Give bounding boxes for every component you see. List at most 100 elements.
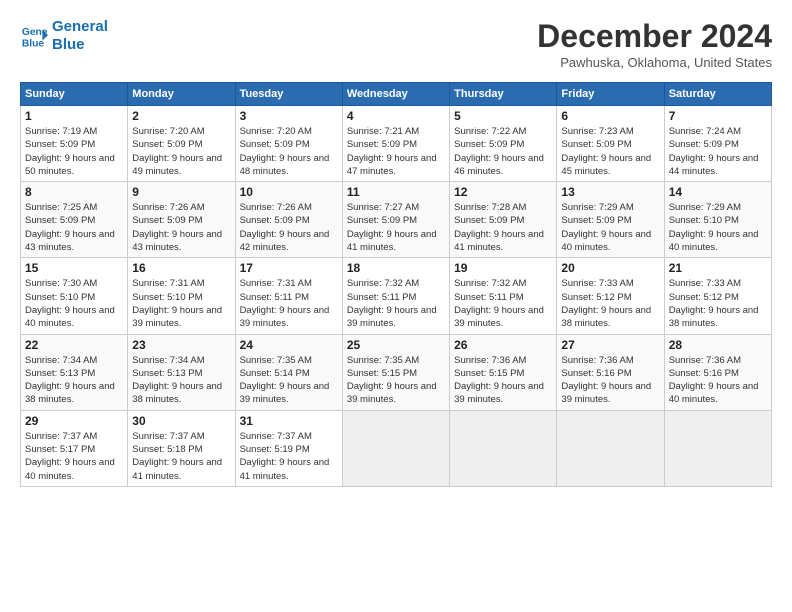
- day-number: 28: [669, 338, 767, 352]
- day-info: Sunrise: 7:32 AMSunset: 5:11 PMDaylight:…: [454, 277, 552, 330]
- col-sunday: Sunday: [21, 83, 128, 106]
- day-info: Sunrise: 7:19 AMSunset: 5:09 PMDaylight:…: [25, 125, 123, 178]
- col-thursday: Thursday: [450, 83, 557, 106]
- table-row: 16 Sunrise: 7:31 AMSunset: 5:10 PMDayligh…: [128, 258, 235, 334]
- day-number: 19: [454, 261, 552, 275]
- month-title: December 2024: [537, 18, 772, 55]
- day-info: Sunrise: 7:35 AMSunset: 5:15 PMDaylight:…: [347, 354, 445, 407]
- day-info: Sunrise: 7:26 AMSunset: 5:09 PMDaylight:…: [132, 201, 230, 254]
- page: General Blue General Blue December 2024 …: [0, 0, 792, 497]
- day-info: Sunrise: 7:30 AMSunset: 5:10 PMDaylight:…: [25, 277, 123, 330]
- logo-line2: Blue: [52, 36, 85, 53]
- day-number: 13: [561, 185, 659, 199]
- day-number: 25: [347, 338, 445, 352]
- day-number: 9: [132, 185, 230, 199]
- day-number: 16: [132, 261, 230, 275]
- table-row: 13 Sunrise: 7:29 AMSunset: 5:09 PMDayligh…: [557, 182, 664, 258]
- day-number: 14: [669, 185, 767, 199]
- day-number: 26: [454, 338, 552, 352]
- day-number: 29: [25, 414, 123, 428]
- day-number: 7: [669, 109, 767, 123]
- table-row: 28 Sunrise: 7:36 AMSunset: 5:16 PMDayligh…: [664, 334, 771, 410]
- table-row: 8 Sunrise: 7:25 AMSunset: 5:09 PMDaylight…: [21, 182, 128, 258]
- table-row: 22Sunrise: 7:34 AMSunset: 5:13 PMDayligh…: [21, 334, 128, 410]
- day-number: 3: [240, 109, 338, 123]
- table-row: 23 Sunrise: 7:34 AMSunset: 5:13 PMDayligh…: [128, 334, 235, 410]
- table-row: 25 Sunrise: 7:35 AMSunset: 5:15 PMDayligh…: [342, 334, 449, 410]
- table-row: 4Sunrise: 7:21 AMSunset: 5:09 PMDaylight…: [342, 106, 449, 182]
- day-info: Sunrise: 7:23 AMSunset: 5:09 PMDaylight:…: [561, 125, 659, 178]
- day-number: 23: [132, 338, 230, 352]
- logo-text: General Blue: [52, 18, 108, 54]
- table-row: 2 Sunrise: 7:20 AMSunset: 5:09 PMDaylight…: [128, 106, 235, 182]
- header: General Blue General Blue December 2024 …: [20, 18, 772, 70]
- logo: General Blue General Blue: [20, 18, 108, 54]
- calendar-table: Sunday Monday Tuesday Wednesday Thursday…: [20, 82, 772, 487]
- day-number: 20: [561, 261, 659, 275]
- day-number: 21: [669, 261, 767, 275]
- day-info: Sunrise: 7:36 AMSunset: 5:16 PMDaylight:…: [669, 354, 767, 407]
- day-info: Sunrise: 7:34 AMSunset: 5:13 PMDaylight:…: [132, 354, 230, 407]
- col-saturday: Saturday: [664, 83, 771, 106]
- day-number: 30: [132, 414, 230, 428]
- day-number: 18: [347, 261, 445, 275]
- table-row: 20 Sunrise: 7:33 AMSunset: 5:12 PMDayligh…: [557, 258, 664, 334]
- table-row: 18 Sunrise: 7:32 AMSunset: 5:11 PMDayligh…: [342, 258, 449, 334]
- day-info: Sunrise: 7:33 AMSunset: 5:12 PMDaylight:…: [561, 277, 659, 330]
- day-number: 8: [25, 185, 123, 199]
- table-row: 7 Sunrise: 7:24 AMSunset: 5:09 PMDaylight…: [664, 106, 771, 182]
- table-row: 11Sunrise: 7:27 AMSunset: 5:09 PMDayligh…: [342, 182, 449, 258]
- col-wednesday: Wednesday: [342, 83, 449, 106]
- day-number: 10: [240, 185, 338, 199]
- table-row: 5 Sunrise: 7:22 AMSunset: 5:09 PMDaylight…: [450, 106, 557, 182]
- calendar-week-row: 1 Sunrise: 7:19 AMSunset: 5:09 PMDaylight…: [21, 106, 772, 182]
- table-row: 19 Sunrise: 7:32 AMSunset: 5:11 PMDayligh…: [450, 258, 557, 334]
- day-info: Sunrise: 7:22 AMSunset: 5:09 PMDaylight:…: [454, 125, 552, 178]
- day-number: 17: [240, 261, 338, 275]
- day-info: Sunrise: 7:24 AMSunset: 5:09 PMDaylight:…: [669, 125, 767, 178]
- day-info: Sunrise: 7:36 AMSunset: 5:15 PMDaylight:…: [454, 354, 552, 407]
- table-row: [450, 410, 557, 486]
- logo-line1: General: [52, 18, 108, 35]
- table-row: 6 Sunrise: 7:23 AMSunset: 5:09 PMDaylight…: [557, 106, 664, 182]
- day-info: Sunrise: 7:26 AMSunset: 5:09 PMDaylight:…: [240, 201, 338, 254]
- col-tuesday: Tuesday: [235, 83, 342, 106]
- table-row: 17 Sunrise: 7:31 AMSunset: 5:11 PMDayligh…: [235, 258, 342, 334]
- day-info: Sunrise: 7:31 AMSunset: 5:10 PMDaylight:…: [132, 277, 230, 330]
- location: Pawhuska, Oklahoma, United States: [537, 55, 772, 70]
- day-number: 1: [25, 109, 123, 123]
- calendar-header-row: Sunday Monday Tuesday Wednesday Thursday…: [21, 83, 772, 106]
- day-number: 2: [132, 109, 230, 123]
- table-row: 27Sunrise: 7:36 AMSunset: 5:16 PMDayligh…: [557, 334, 664, 410]
- calendar-week-row: 15 Sunrise: 7:30 AMSunset: 5:10 PMDayligh…: [21, 258, 772, 334]
- table-row: 31 Sunrise: 7:37 AMSunset: 5:19 PMDayligh…: [235, 410, 342, 486]
- day-number: 22: [25, 338, 123, 352]
- day-info: Sunrise: 7:35 AMSunset: 5:14 PMDaylight:…: [240, 354, 338, 407]
- table-row: 29 Sunrise: 7:37 AMSunset: 5:17 PMDayligh…: [21, 410, 128, 486]
- day-info: Sunrise: 7:31 AMSunset: 5:11 PMDaylight:…: [240, 277, 338, 330]
- day-info: Sunrise: 7:32 AMSunset: 5:11 PMDaylight:…: [347, 277, 445, 330]
- table-row: 26 Sunrise: 7:36 AMSunset: 5:15 PMDayligh…: [450, 334, 557, 410]
- day-info: Sunrise: 7:37 AMSunset: 5:18 PMDaylight:…: [132, 430, 230, 483]
- table-row: 21Sunrise: 7:33 AMSunset: 5:12 PMDayligh…: [664, 258, 771, 334]
- day-number: 5: [454, 109, 552, 123]
- col-friday: Friday: [557, 83, 664, 106]
- day-info: Sunrise: 7:29 AMSunset: 5:09 PMDaylight:…: [561, 201, 659, 254]
- day-number: 4: [347, 109, 445, 123]
- day-info: Sunrise: 7:28 AMSunset: 5:09 PMDaylight:…: [454, 201, 552, 254]
- day-info: Sunrise: 7:37 AMSunset: 5:19 PMDaylight:…: [240, 430, 338, 483]
- table-row: [342, 410, 449, 486]
- day-info: Sunrise: 7:36 AMSunset: 5:16 PMDaylight:…: [561, 354, 659, 407]
- title-block: December 2024 Pawhuska, Oklahoma, United…: [537, 18, 772, 70]
- day-number: 31: [240, 414, 338, 428]
- day-info: Sunrise: 7:25 AMSunset: 5:09 PMDaylight:…: [25, 201, 123, 254]
- day-info: Sunrise: 7:37 AMSunset: 5:17 PMDaylight:…: [25, 430, 123, 483]
- svg-text:Blue: Blue: [22, 38, 45, 49]
- table-row: 10 Sunrise: 7:26 AMSunset: 5:09 PMDayligh…: [235, 182, 342, 258]
- calendar-week-row: 8 Sunrise: 7:25 AMSunset: 5:09 PMDaylight…: [21, 182, 772, 258]
- day-number: 11: [347, 185, 445, 199]
- table-row: 15 Sunrise: 7:30 AMSunset: 5:10 PMDayligh…: [21, 258, 128, 334]
- day-number: 6: [561, 109, 659, 123]
- day-info: Sunrise: 7:20 AMSunset: 5:09 PMDaylight:…: [132, 125, 230, 178]
- day-number: 15: [25, 261, 123, 275]
